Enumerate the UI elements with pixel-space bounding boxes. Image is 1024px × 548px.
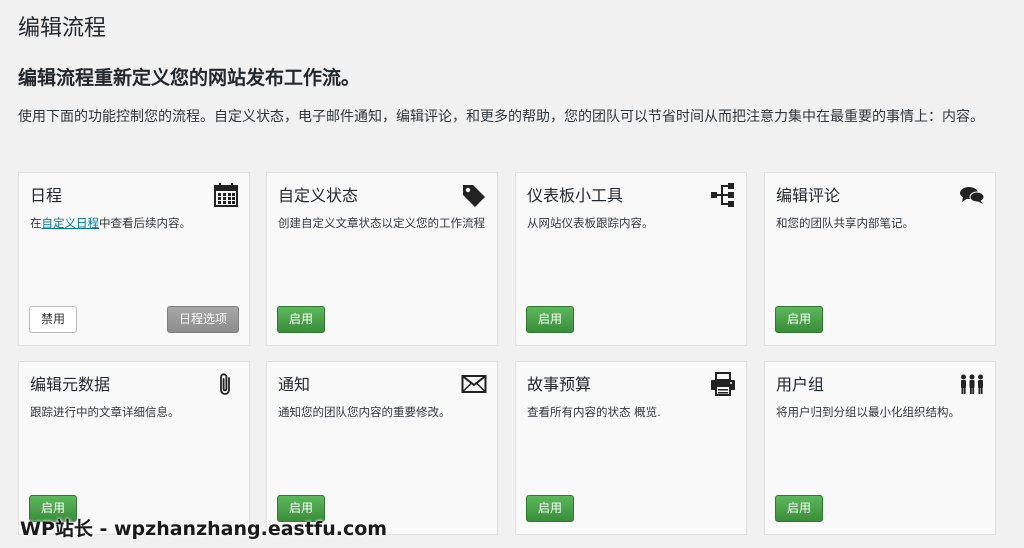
paperclip-icon [213,371,239,397]
custom-calendar-link[interactable]: 自定义日程 [42,216,100,230]
module-card-notifications: 通知 通知您的团队您内容的重要修改。 启用 [266,361,498,535]
card-title: 故事预算 [527,375,592,394]
module-card-editorial-comments: 编辑评论 和您的团队共享内部笔记。 启用 [764,172,996,346]
card-description: 跟踪进行中的文章详细信息。 [30,405,180,419]
enable-button[interactable]: 启用 [526,306,575,333]
module-card-user-groups: 用户组 将用户归到分组以最小化组织结构。 启用 [764,361,996,535]
page-subtitle: 编辑流程重新定义您的网站发布工作流。 [18,67,361,89]
enable-button[interactable]: 启用 [526,495,575,522]
card-description: 创建自定义文章状态以定义您的工作流程 [278,216,485,230]
envelope-icon [461,371,487,397]
card-title: 日程 [30,186,63,205]
module-card-dashboard-widgets: 仪表板小工具 从网站仪表板跟踪内容。 启用 [515,172,747,346]
enable-button[interactable]: 启用 [775,306,824,333]
intro-text: 使用下面的功能控制您的流程。自定义状态，电子邮件通知，编辑评论，和更多的帮助，您… [18,109,984,125]
module-card-calendar: 日程 在自定义日程中查看后续内容。 禁用 日程选项 [18,172,250,346]
card-title: 编辑评论 [776,186,841,205]
desc-prefix: 在 [30,216,42,230]
module-card-custom-status: 自定义状态 创建自定义文章状态以定义您的工作流程 启用 [266,172,498,346]
users-icon [959,371,985,397]
sitemap-icon [710,182,736,208]
page-title: 编辑流程 [18,16,107,41]
card-title: 自定义状态 [278,186,359,205]
card-description: 从网站仪表板跟踪内容。 [527,216,654,230]
printer-icon [710,371,736,397]
card-title: 用户组 [776,375,825,394]
card-description: 和您的团队共享内部笔记。 [776,216,914,230]
card-description: 在自定义日程中查看后续内容。 [30,214,238,232]
disable-button[interactable]: 禁用 [29,306,78,333]
calendar-options-button[interactable]: 日程选项 [166,306,239,333]
tag-icon [461,182,487,208]
card-title: 仪表板小工具 [527,186,624,205]
card-description: 通知您的团队您内容的重要修改。 [278,405,451,419]
card-title: 编辑元数据 [30,375,111,394]
calendar-icon [213,182,239,208]
card-description: 查看所有内容的状态 概览. [527,405,661,419]
card-description: 将用户归到分组以最小化组织结构。 [776,405,960,419]
module-card-editorial-metadata: 编辑元数据 跟踪进行中的文章详细信息。 启用 [18,361,250,535]
module-card-story-budget: 故事预算 查看所有内容的状态 概览. 启用 [515,361,747,535]
comments-icon [959,182,985,208]
desc-suffix: 中查看后续内容。 [99,216,191,230]
site-watermark: WP站长 - wpzhanzhang.eastfu.com [20,518,388,540]
enable-button[interactable]: 启用 [277,306,326,333]
card-title: 通知 [278,375,311,394]
enable-button[interactable]: 启用 [775,495,824,522]
